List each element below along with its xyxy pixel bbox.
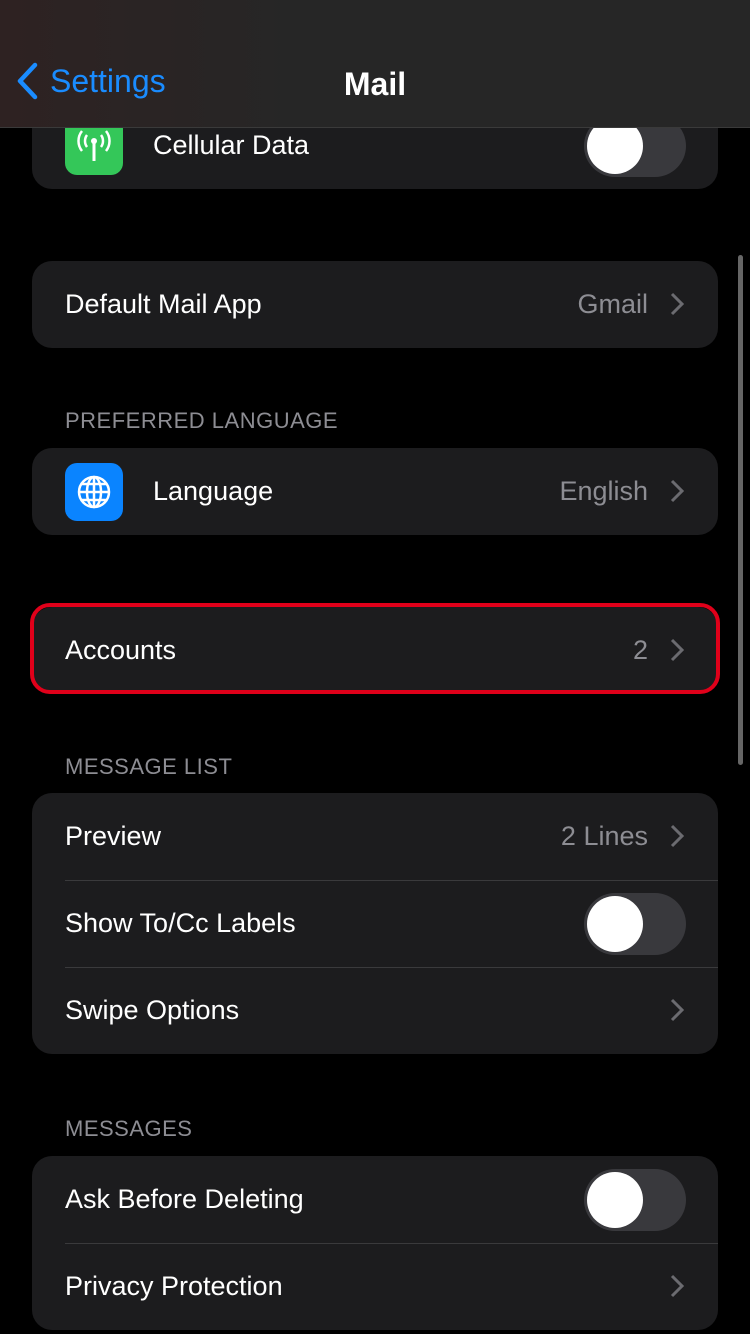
chevron-right-icon — [670, 998, 684, 1022]
chevron-right-icon — [670, 479, 684, 503]
messages-group: Ask Before Deleting Privacy Protection — [32, 1156, 718, 1330]
default-mail-app-row[interactable]: Default Mail App Gmail — [32, 261, 718, 348]
language-value: English — [559, 476, 648, 506]
divider — [65, 1243, 718, 1244]
accounts-highlight-box — [30, 603, 720, 694]
divider — [65, 967, 718, 968]
ask-before-deleting-toggle[interactable] — [584, 1168, 686, 1231]
chevron-right-icon — [670, 824, 684, 848]
preview-label: Preview — [65, 821, 162, 851]
ask-before-deleting-label: Ask Before Deleting — [65, 1184, 304, 1214]
message-list-group: Preview 2 Lines Show To/Cc Labels Swipe … — [32, 793, 718, 1054]
default-mail-app-label: Default Mail App — [65, 289, 262, 319]
default-mail-app-value: Gmail — [577, 289, 648, 319]
navigation-bar: Settings Mail — [0, 0, 750, 128]
globe-icon — [65, 462, 123, 521]
page-title: Mail — [343, 66, 407, 102]
privacy-protection-row[interactable]: Privacy Protection — [32, 1243, 718, 1330]
chevron-right-icon — [670, 1274, 684, 1298]
show-to-cc-labels-toggle[interactable] — [584, 892, 686, 955]
swipe-options-label: Swipe Options — [65, 995, 240, 1025]
preview-value: 2 Lines — [560, 821, 648, 851]
scrollbar[interactable] — [738, 255, 743, 765]
preview-row[interactable]: Preview 2 Lines — [32, 793, 718, 880]
cellular-data-label: Cellular Data — [153, 130, 310, 160]
message-list-header: MESSAGE LIST — [65, 754, 233, 779]
language-group: Language English — [32, 448, 718, 535]
messages-header: MESSAGES — [65, 1116, 193, 1141]
language-row[interactable]: Language English — [32, 448, 718, 535]
show-to-cc-labels-label: Show To/Cc Labels — [65, 908, 296, 938]
privacy-protection-label: Privacy Protection — [65, 1271, 283, 1301]
show-to-cc-labels-row: Show To/Cc Labels — [32, 880, 718, 967]
preferred-language-header: PREFERRED LANGUAGE — [65, 408, 339, 433]
ask-before-deleting-row: Ask Before Deleting — [32, 1156, 718, 1243]
default-mail-group: Default Mail App Gmail — [32, 261, 718, 348]
chevron-right-icon — [670, 292, 684, 316]
language-label: Language — [153, 476, 274, 506]
swipe-options-row[interactable]: Swipe Options — [32, 967, 718, 1054]
divider — [65, 880, 718, 881]
